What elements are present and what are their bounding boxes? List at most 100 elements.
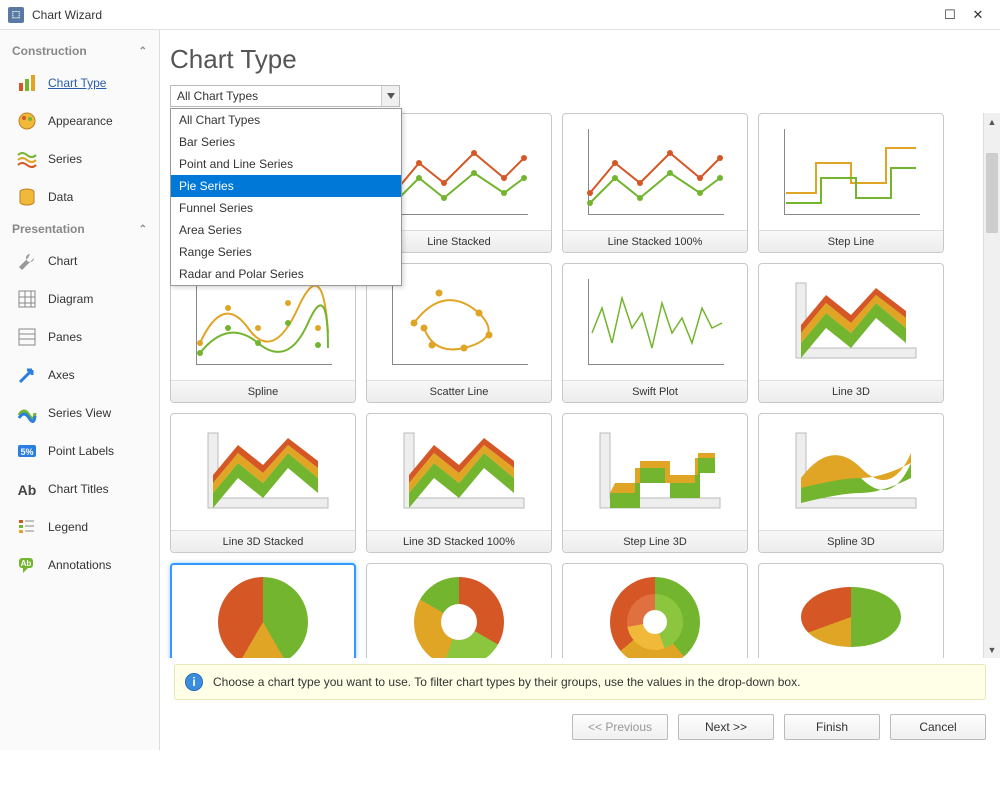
tile-caption: Scatter Line xyxy=(367,380,551,402)
tile-caption: Spline 3D xyxy=(759,530,943,552)
dropdown-option[interactable]: Funnel Series xyxy=(171,197,401,219)
previous-button[interactable]: << Previous xyxy=(572,714,668,740)
vertical-scrollbar[interactable]: ▲ ▼ xyxy=(983,113,1000,658)
sidebar-item-series-view[interactable]: Series View xyxy=(0,394,159,432)
chart-thumbnail xyxy=(171,414,355,530)
sidebar-item-data[interactable]: Data xyxy=(0,178,159,216)
dropdown-option[interactable]: Area Series xyxy=(171,219,401,241)
tile-caption: Line Stacked 100% xyxy=(563,230,747,252)
tile-caption: Line 3D xyxy=(759,380,943,402)
sidebar-item-chart-type[interactable]: Chart Type xyxy=(0,64,159,102)
close-button[interactable]: ✕ xyxy=(964,3,992,27)
scroll-up-arrow[interactable]: ▲ xyxy=(984,113,1000,130)
chart-type-tile[interactable]: Spline 3D xyxy=(758,413,944,553)
ribbon-icon xyxy=(16,402,38,424)
combo-selected-text: All Chart Types xyxy=(171,89,381,103)
dropdown-option[interactable]: Pie Series xyxy=(171,175,401,197)
sidebar-item-diagram[interactable]: Diagram xyxy=(0,280,159,318)
sidebar-section-header[interactable]: Construction⌃ xyxy=(0,38,159,64)
chart-type-tile[interactable]: Pie 3D xyxy=(758,563,944,658)
chart-thumbnail xyxy=(367,414,551,530)
sidebar-item-axes[interactable]: Axes xyxy=(0,356,159,394)
sidebar-item-label: Legend xyxy=(48,520,88,534)
tile-caption: Step Line 3D xyxy=(563,530,747,552)
chart-thumbnail xyxy=(563,564,747,658)
chart-type-tile[interactable]: Step Line xyxy=(758,113,944,253)
chart-thumbnail xyxy=(563,414,747,530)
sidebar-item-chart[interactable]: Chart xyxy=(0,242,159,280)
title-bar: ⬚ Chart Wizard ☐ ✕ xyxy=(0,0,1000,30)
database-icon xyxy=(16,186,38,208)
combo-dropdown-button[interactable] xyxy=(381,86,399,106)
panes-icon xyxy=(16,326,38,348)
tile-caption: Line 3D Stacked xyxy=(171,530,355,552)
annotation-icon: Ab xyxy=(16,554,38,576)
arrow-icon xyxy=(16,364,38,386)
scroll-thumb[interactable] xyxy=(986,153,998,233)
chart-type-tile[interactable]: Step Line 3D xyxy=(562,413,748,553)
combo-dropdown-list: All Chart TypesBar SeriesPoint and Line … xyxy=(170,108,402,286)
sidebar-item-annotations[interactable]: Ab Annotations xyxy=(0,546,159,584)
tile-caption: Step Line xyxy=(759,230,943,252)
sidebar-item-appearance[interactable]: Appearance xyxy=(0,102,159,140)
ab-icon: Ab xyxy=(16,478,38,500)
sidebar-item-label: Diagram xyxy=(48,292,93,306)
window-title: Chart Wizard xyxy=(32,8,936,22)
chart-type-tile[interactable]: Doughnut xyxy=(366,563,552,658)
sidebar-item-chart-titles[interactable]: Ab Chart Titles xyxy=(0,470,159,508)
info-text: Choose a chart type you want to use. To … xyxy=(213,675,800,689)
svg-text:Ab: Ab xyxy=(21,559,32,568)
waves-icon xyxy=(16,148,38,170)
svg-text:Ab: Ab xyxy=(18,482,37,498)
dropdown-option[interactable]: Point and Line Series xyxy=(171,153,401,175)
sidebar-item-panes[interactable]: Panes xyxy=(0,318,159,356)
sidebar-item-label: Data xyxy=(48,190,73,204)
dropdown-option[interactable]: All Chart Types xyxy=(171,109,401,131)
chart-type-tile[interactable]: Swift Plot xyxy=(562,263,748,403)
sidebar-item-series[interactable]: Series xyxy=(0,140,159,178)
chart-type-tile[interactable]: Line 3D xyxy=(758,263,944,403)
chart-type-tile[interactable]: Line 3D Stacked 100% xyxy=(366,413,552,553)
svg-text:5%: 5% xyxy=(20,447,33,457)
sidebar-item-label: Axes xyxy=(48,368,75,382)
next-button[interactable]: Next >> xyxy=(678,714,774,740)
chart-thumbnail xyxy=(759,114,943,230)
wrench-icon xyxy=(16,250,38,272)
sidebar-item-label: Series View xyxy=(48,406,111,420)
chart-type-tile[interactable]: Pie xyxy=(170,563,356,658)
chart-thumbnail xyxy=(759,564,943,658)
sidebar-item-label: Chart Titles xyxy=(48,482,109,496)
finish-button[interactable]: Finish xyxy=(784,714,880,740)
tile-caption: Spline xyxy=(171,380,355,402)
sidebar-item-label: Appearance xyxy=(48,114,113,128)
dropdown-option[interactable]: Radar and Polar Series xyxy=(171,263,401,285)
sidebar-item-label: Annotations xyxy=(48,558,111,572)
page-title: Chart Type xyxy=(160,30,1000,85)
dropdown-option[interactable]: Range Series xyxy=(171,241,401,263)
wizard-buttons: << Previous Next >> Finish Cancel xyxy=(160,706,1000,750)
sidebar-item-point-labels[interactable]: 5%Point Labels xyxy=(0,432,159,470)
chart-thumbnail xyxy=(172,565,354,658)
chart-type-tile[interactable]: Line 3D Stacked xyxy=(170,413,356,553)
sidebar-item-label: Chart xyxy=(48,254,77,268)
info-icon: i xyxy=(185,673,203,691)
chart-thumbnail xyxy=(563,264,747,380)
chart-type-tile[interactable]: Line Stacked 100% xyxy=(562,113,748,253)
cancel-button[interactable]: Cancel xyxy=(890,714,986,740)
palette-icon xyxy=(16,110,38,132)
percent-icon: 5% xyxy=(16,440,38,462)
tile-caption: Line 3D Stacked 100% xyxy=(367,530,551,552)
chart-thumbnail xyxy=(367,564,551,658)
chart-thumbnail xyxy=(759,414,943,530)
dropdown-option[interactable]: Bar Series xyxy=(171,131,401,153)
sidebar-section-header[interactable]: Presentation⌃ xyxy=(0,216,159,242)
sidebar-item-label: Series xyxy=(48,152,82,166)
chevron-up-icon: ⌃ xyxy=(139,224,147,235)
maximize-button[interactable]: ☐ xyxy=(936,3,964,27)
scroll-down-arrow[interactable]: ▼ xyxy=(984,641,1000,658)
chart-type-tile[interactable]: Nested Doughnut xyxy=(562,563,748,658)
chevron-up-icon: ⌃ xyxy=(139,46,147,57)
sidebar-item-legend[interactable]: Legend xyxy=(0,508,159,546)
chart-type-filter-combo[interactable]: All Chart Types All Chart TypesBar Serie… xyxy=(170,85,400,107)
tile-caption: Swift Plot xyxy=(563,380,747,402)
